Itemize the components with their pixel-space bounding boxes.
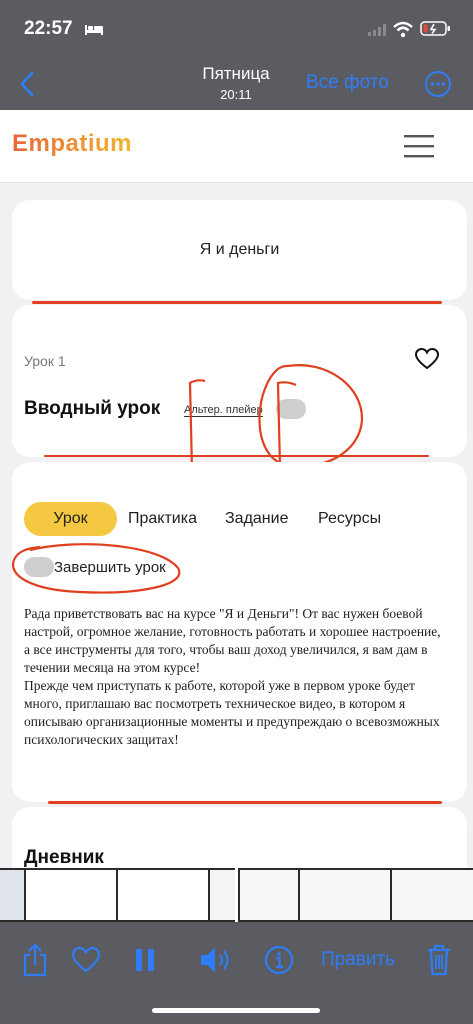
complete-lesson-label: Завершить урок: [54, 559, 166, 576]
tab-practice[interactable]: Практика: [128, 502, 197, 536]
tab-assignment[interactable]: Задание: [225, 502, 288, 536]
bed-icon: [85, 25, 103, 35]
nav-title: Пятница: [202, 64, 270, 83]
back-chevron-icon[interactable]: [18, 71, 36, 97]
edit-button[interactable]: Править: [316, 942, 400, 978]
favorite-button[interactable]: [68, 942, 104, 978]
all-photos-button[interactable]: Все фото: [306, 72, 389, 94]
status-bar: 22:57: [0, 0, 473, 58]
photos-bottom-toolbar: Править: [0, 922, 473, 1024]
home-indicator: [152, 1008, 320, 1013]
alt-player-toggle[interactable]: [276, 399, 306, 419]
delete-button[interactable]: [424, 942, 454, 978]
photo-thumbnail-strip[interactable]: [0, 868, 473, 922]
diary-title: Дневник: [24, 847, 104, 868]
lesson-tabs: Урок Практика Задание Ресурсы: [24, 502, 473, 536]
battery-icon: [420, 21, 450, 36]
status-time: 22:57: [24, 18, 73, 39]
complete-lesson-toggle[interactable]: [24, 557, 54, 577]
lesson-title: Вводный урок: [24, 398, 161, 419]
thumbnail[interactable]: [0, 870, 24, 920]
course-title: Я и деньги: [199, 241, 280, 258]
info-icon: [264, 945, 294, 975]
photos-nav-bar: Пятница 20:11 Все фото: [0, 58, 473, 110]
speaker-icon: [201, 948, 229, 972]
thumbnail[interactable]: [240, 870, 298, 920]
scrub-playhead[interactable]: [235, 868, 238, 922]
tab-lesson[interactable]: Урок: [24, 502, 117, 536]
lesson-number: Урок 1: [24, 353, 66, 369]
course-title-card: Я и деньги: [12, 200, 467, 300]
share-icon: [23, 943, 47, 977]
paragraph: Прежде чем приступать к работе, которой …: [24, 678, 440, 747]
thumbnail[interactable]: [392, 870, 473, 920]
thumbnail[interactable]: [300, 870, 390, 920]
annotation-underline: [32, 301, 442, 304]
heart-icon: [71, 946, 101, 973]
hamburger-menu-icon[interactable]: [404, 134, 434, 158]
lesson-card: Урок 1 Вводный урок Альтер. плейер: [12, 305, 467, 457]
volume-button[interactable]: [196, 942, 236, 978]
thumbnail[interactable]: [26, 870, 116, 920]
nav-subtitle: 20:11: [220, 87, 252, 102]
heart-icon[interactable]: [414, 347, 440, 371]
wifi-icon: [393, 21, 413, 38]
paragraph: Рада приветствовать вас на курсе "Я и Де…: [24, 606, 441, 675]
more-icon[interactable]: [424, 70, 452, 98]
share-button[interactable]: [18, 942, 52, 978]
site-logo[interactable]: Empatium: [12, 130, 132, 158]
thumbnail[interactable]: [210, 870, 236, 920]
pause-button[interactable]: [130, 942, 160, 978]
alt-player-label: Альтер. плейер: [184, 404, 263, 417]
annotation-underline: [44, 455, 429, 457]
tab-resources[interactable]: Ресурсы: [318, 502, 381, 536]
lesson-description: Рада приветствовать вас на курсе "Я и Де…: [24, 605, 449, 749]
trash-icon: [428, 944, 450, 976]
signal-icon: [368, 24, 386, 36]
site-header: Empatium: [0, 110, 473, 183]
thumbnail[interactable]: [118, 870, 208, 920]
annotation-underline: [48, 801, 442, 804]
pause-icon: [136, 949, 154, 971]
info-button[interactable]: [262, 942, 296, 978]
